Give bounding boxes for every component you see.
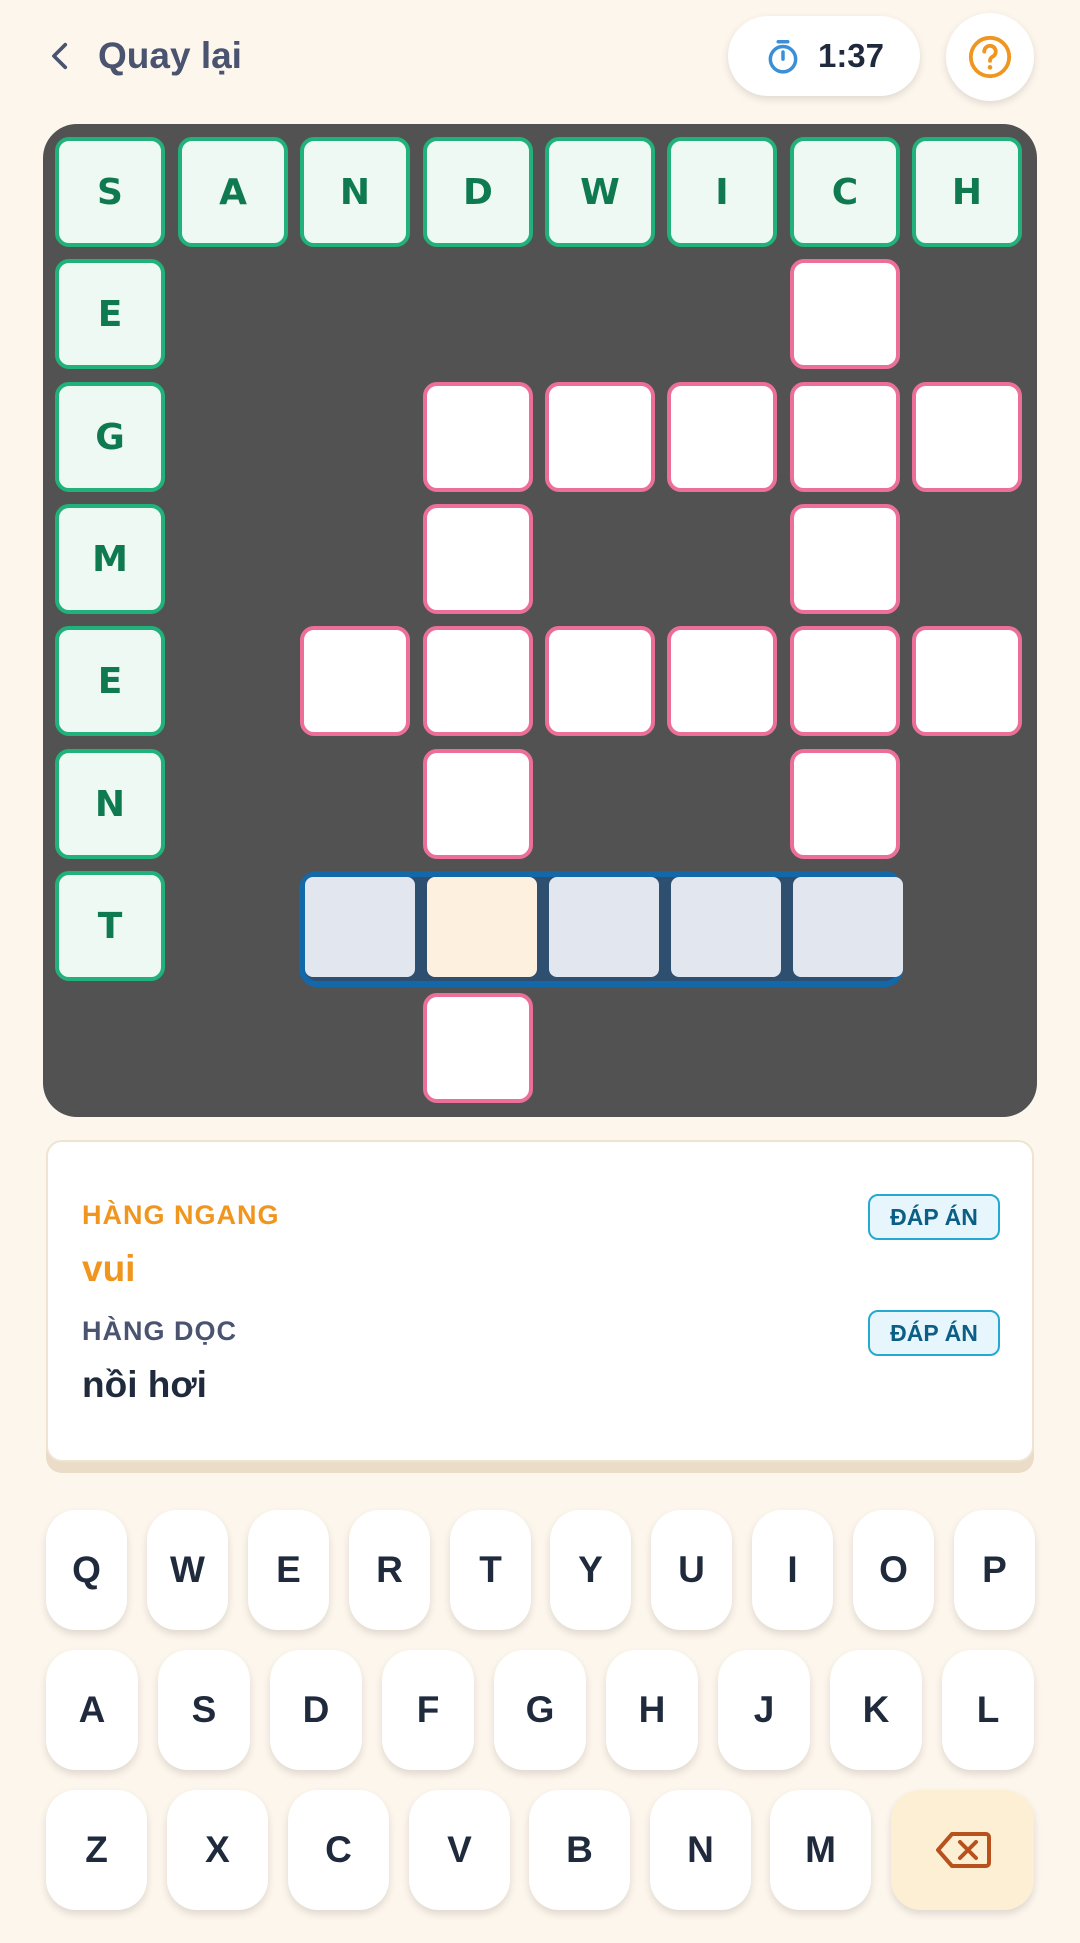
cell-solved[interactable]: M — [55, 504, 165, 614]
cell-solved[interactable]: T — [55, 871, 165, 981]
key[interactable]: P — [954, 1510, 1035, 1630]
cell-empty[interactable] — [790, 504, 900, 614]
cell-solved[interactable]: G — [55, 382, 165, 492]
across-heading: HÀNG NGANG — [82, 1200, 280, 1230]
cell-solved[interactable]: H — [912, 137, 1022, 247]
cell-solved[interactable]: C — [790, 137, 900, 247]
cell-active[interactable] — [793, 877, 903, 977]
cell-empty[interactable] — [423, 382, 533, 492]
key[interactable]: E — [248, 1510, 329, 1630]
key[interactable]: H — [606, 1650, 698, 1770]
cell-empty[interactable] — [667, 626, 777, 736]
key[interactable]: S — [158, 1650, 250, 1770]
key[interactable]: I — [752, 1510, 833, 1630]
cell-empty[interactable] — [423, 749, 533, 859]
cell-active[interactable] — [671, 877, 781, 977]
down-clue: nồi hơi — [82, 1364, 207, 1405]
cell-solved[interactable]: N — [55, 749, 165, 859]
cell-solved[interactable]: W — [545, 137, 655, 247]
cell-empty[interactable] — [790, 259, 900, 369]
key[interactable]: D — [270, 1650, 362, 1770]
cell-active[interactable] — [549, 877, 659, 977]
cell-empty[interactable] — [423, 504, 533, 614]
cell-empty[interactable] — [790, 749, 900, 859]
key[interactable]: A — [46, 1650, 138, 1770]
key[interactable]: B — [529, 1790, 630, 1910]
active-word-row — [299, 871, 903, 987]
cell-empty[interactable] — [300, 626, 410, 736]
backspace-key[interactable] — [891, 1790, 1034, 1910]
key[interactable]: M — [770, 1790, 871, 1910]
timer-value: 1:37 — [817, 37, 885, 74]
cell-solved[interactable]: E — [55, 626, 165, 736]
back-button[interactable]: Quay lại — [44, 24, 242, 88]
cell-empty[interactable] — [790, 382, 900, 492]
help-button[interactable] — [946, 13, 1034, 101]
cell-solved[interactable]: I — [667, 137, 777, 247]
key[interactable]: Z — [46, 1790, 147, 1910]
cell-solved[interactable]: A — [178, 137, 288, 247]
question-circle-icon — [968, 35, 1012, 79]
down-answer-button[interactable]: ĐÁP ÁN — [868, 1310, 1000, 1356]
key[interactable]: Y — [550, 1510, 631, 1630]
key[interactable]: K — [830, 1650, 922, 1770]
cell-empty[interactable] — [667, 382, 777, 492]
key[interactable]: O — [853, 1510, 934, 1630]
stopwatch-icon — [768, 40, 798, 74]
timer-pill: 1:37 — [728, 16, 920, 96]
key[interactable]: L — [942, 1650, 1034, 1770]
cell-empty[interactable] — [545, 626, 655, 736]
cell-empty[interactable] — [912, 382, 1022, 492]
key[interactable]: Q — [46, 1510, 127, 1630]
chevron-left-icon — [52, 42, 68, 70]
cell-empty[interactable] — [790, 626, 900, 736]
clue-panel: HÀNG NGANG ĐÁP ÁN vui HÀNG DỌC ĐÁP ÁN nồ… — [46, 1140, 1034, 1462]
key[interactable]: G — [494, 1650, 586, 1770]
top-bar: Quay lại 1:37 — [0, 0, 1080, 115]
key[interactable]: X — [167, 1790, 268, 1910]
key[interactable]: N — [650, 1790, 751, 1910]
back-label: Quay lại — [98, 35, 242, 76]
key[interactable]: J — [718, 1650, 810, 1770]
key[interactable]: V — [409, 1790, 510, 1910]
key[interactable]: W — [147, 1510, 228, 1630]
across-clue: vui — [82, 1248, 136, 1289]
down-heading: HÀNG DỌC — [82, 1316, 237, 1346]
cell-active-cursor[interactable] — [427, 877, 537, 977]
key[interactable]: C — [288, 1790, 389, 1910]
across-answer-button[interactable]: ĐÁP ÁN — [868, 1194, 1000, 1240]
cell-empty[interactable] — [545, 382, 655, 492]
key[interactable]: F — [382, 1650, 474, 1770]
cell-active[interactable] — [305, 877, 415, 977]
cell-solved[interactable]: E — [55, 259, 165, 369]
cell-empty[interactable] — [912, 626, 1022, 736]
cell-solved[interactable]: N — [300, 137, 410, 247]
cell-empty[interactable] — [423, 626, 533, 736]
key[interactable]: T — [450, 1510, 531, 1630]
cell-solved[interactable]: S — [55, 137, 165, 247]
backspace-icon — [935, 1832, 991, 1868]
cell-empty[interactable] — [423, 993, 533, 1103]
key[interactable]: R — [349, 1510, 430, 1630]
key[interactable]: U — [651, 1510, 732, 1630]
cell-solved[interactable]: D — [423, 137, 533, 247]
